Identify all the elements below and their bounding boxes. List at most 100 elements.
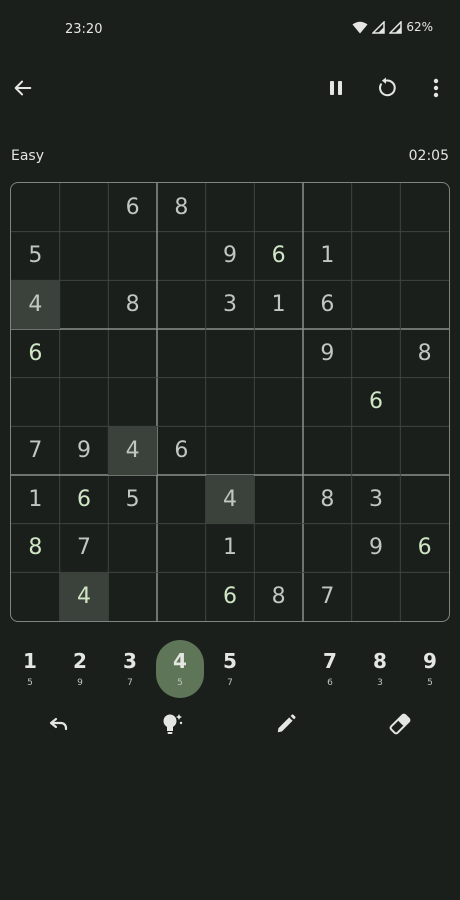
board-cell[interactable]: 7 <box>303 572 352 621</box>
board-cell[interactable]: 4 <box>11 280 60 329</box>
board-cell[interactable]: 9 <box>206 232 255 281</box>
undo-button[interactable] <box>39 706 79 746</box>
board-cell[interactable]: 5 <box>11 232 60 281</box>
board-cell[interactable]: 8 <box>11 524 60 573</box>
board-cell[interactable] <box>108 572 157 621</box>
board-cell[interactable]: 3 <box>206 280 255 329</box>
board-cell[interactable]: 8 <box>157 183 206 232</box>
board-cell[interactable] <box>157 475 206 524</box>
board-cell[interactable] <box>206 183 255 232</box>
board-cell[interactable] <box>400 280 449 329</box>
board-cell[interactable]: 8 <box>254 572 303 621</box>
board-cell[interactable] <box>60 378 109 427</box>
board-cells: 6859614831669867946165483871964687 <box>11 183 449 621</box>
board-cell[interactable] <box>206 426 255 475</box>
board-cell[interactable] <box>206 329 255 378</box>
board-cell[interactable]: 7 <box>11 426 60 475</box>
board-cell[interactable] <box>60 280 109 329</box>
board-cell[interactable]: 9 <box>303 329 352 378</box>
numpad-button-2[interactable]: 29 <box>55 640 105 698</box>
board-cell[interactable] <box>157 329 206 378</box>
board-cell[interactable]: 6 <box>400 524 449 573</box>
board-cell[interactable] <box>11 378 60 427</box>
board-cell[interactable]: 6 <box>157 426 206 475</box>
board-cell[interactable]: 1 <box>11 475 60 524</box>
board-cell[interactable] <box>352 280 401 329</box>
board-cell[interactable] <box>352 183 401 232</box>
board-cell[interactable]: 1 <box>254 280 303 329</box>
board-cell[interactable]: 1 <box>206 524 255 573</box>
board-cell[interactable] <box>60 183 109 232</box>
board-cell[interactable] <box>108 329 157 378</box>
board-cell[interactable] <box>352 572 401 621</box>
board-cell[interactable] <box>60 232 109 281</box>
board-cell[interactable]: 8 <box>303 475 352 524</box>
pause-button[interactable] <box>316 68 356 108</box>
board-cell[interactable] <box>254 475 303 524</box>
board-cell[interactable] <box>352 329 401 378</box>
board-cell[interactable]: 6 <box>303 280 352 329</box>
board-cell[interactable] <box>254 426 303 475</box>
numpad-button-5[interactable]: 57 <box>205 640 255 698</box>
numpad-button-1[interactable]: 15 <box>5 640 55 698</box>
board-cell[interactable]: 6 <box>352 378 401 427</box>
board-cell[interactable] <box>108 378 157 427</box>
board-cell[interactable]: 8 <box>400 329 449 378</box>
board-cell[interactable]: 4 <box>205 475 255 524</box>
board-cell[interactable] <box>157 572 206 621</box>
numpad-button-4[interactable]: 45 <box>155 640 205 698</box>
board-cell[interactable] <box>303 378 352 427</box>
numpad-button-3[interactable]: 37 <box>105 640 155 698</box>
eraser-button[interactable] <box>380 706 420 746</box>
board-cell[interactable] <box>400 572 449 621</box>
board-cell[interactable]: 6 <box>11 329 60 378</box>
board-cell[interactable] <box>157 378 206 427</box>
board-cell[interactable]: 9 <box>60 426 109 475</box>
board-cell[interactable] <box>303 183 352 232</box>
board-cell[interactable] <box>254 378 303 427</box>
board-cell[interactable] <box>108 232 157 281</box>
board-cell[interactable] <box>157 280 206 329</box>
board-cell[interactable]: 4 <box>59 572 109 621</box>
numpad-button-9[interactable]: 95 <box>405 640 455 698</box>
board-cell[interactable] <box>11 183 60 232</box>
board-cell[interactable] <box>157 524 206 573</box>
board-cell[interactable]: 3 <box>352 475 401 524</box>
board-cell[interactable] <box>400 475 449 524</box>
board-cell[interactable] <box>400 183 449 232</box>
board-cell[interactable] <box>352 232 401 281</box>
board-cell[interactable] <box>352 426 401 475</box>
board-cell[interactable] <box>254 329 303 378</box>
board-cell[interactable]: 7 <box>60 524 109 573</box>
board-cell[interactable] <box>60 329 109 378</box>
board-cell[interactable] <box>400 426 449 475</box>
game-info: Easy 02:05 <box>11 148 449 168</box>
board-cell[interactable]: 6 <box>60 475 109 524</box>
board-cell[interactable]: 8 <box>108 280 157 329</box>
board-cell[interactable] <box>206 378 255 427</box>
board-cell[interactable]: 6 <box>206 572 255 621</box>
board-cell[interactable] <box>303 426 352 475</box>
board-cell[interactable] <box>254 524 303 573</box>
board-cell[interactable] <box>108 524 157 573</box>
board-cell[interactable]: 5 <box>108 475 157 524</box>
board-cell[interactable] <box>400 232 449 281</box>
pencil-button[interactable] <box>266 706 306 746</box>
board-cell[interactable]: 9 <box>352 524 401 573</box>
board-cell[interactable] <box>303 524 352 573</box>
board-cell[interactable]: 4 <box>108 426 157 475</box>
board-cell[interactable] <box>11 572 60 621</box>
restart-button[interactable] <box>366 68 406 108</box>
more-options-button[interactable] <box>416 68 456 108</box>
hint-button[interactable] <box>152 706 192 746</box>
numpad-button-7[interactable]: 76 <box>305 640 355 698</box>
board-cell[interactable]: 1 <box>303 232 352 281</box>
board-cell[interactable] <box>254 183 303 232</box>
board-cell[interactable] <box>400 378 449 427</box>
difficulty-label: Easy <box>11 148 45 164</box>
board-cell[interactable]: 6 <box>254 232 303 281</box>
board-cell[interactable]: 6 <box>108 183 157 232</box>
numpad-button-8[interactable]: 83 <box>355 640 405 698</box>
back-button[interactable] <box>3 68 43 108</box>
board-cell[interactable] <box>157 232 206 281</box>
